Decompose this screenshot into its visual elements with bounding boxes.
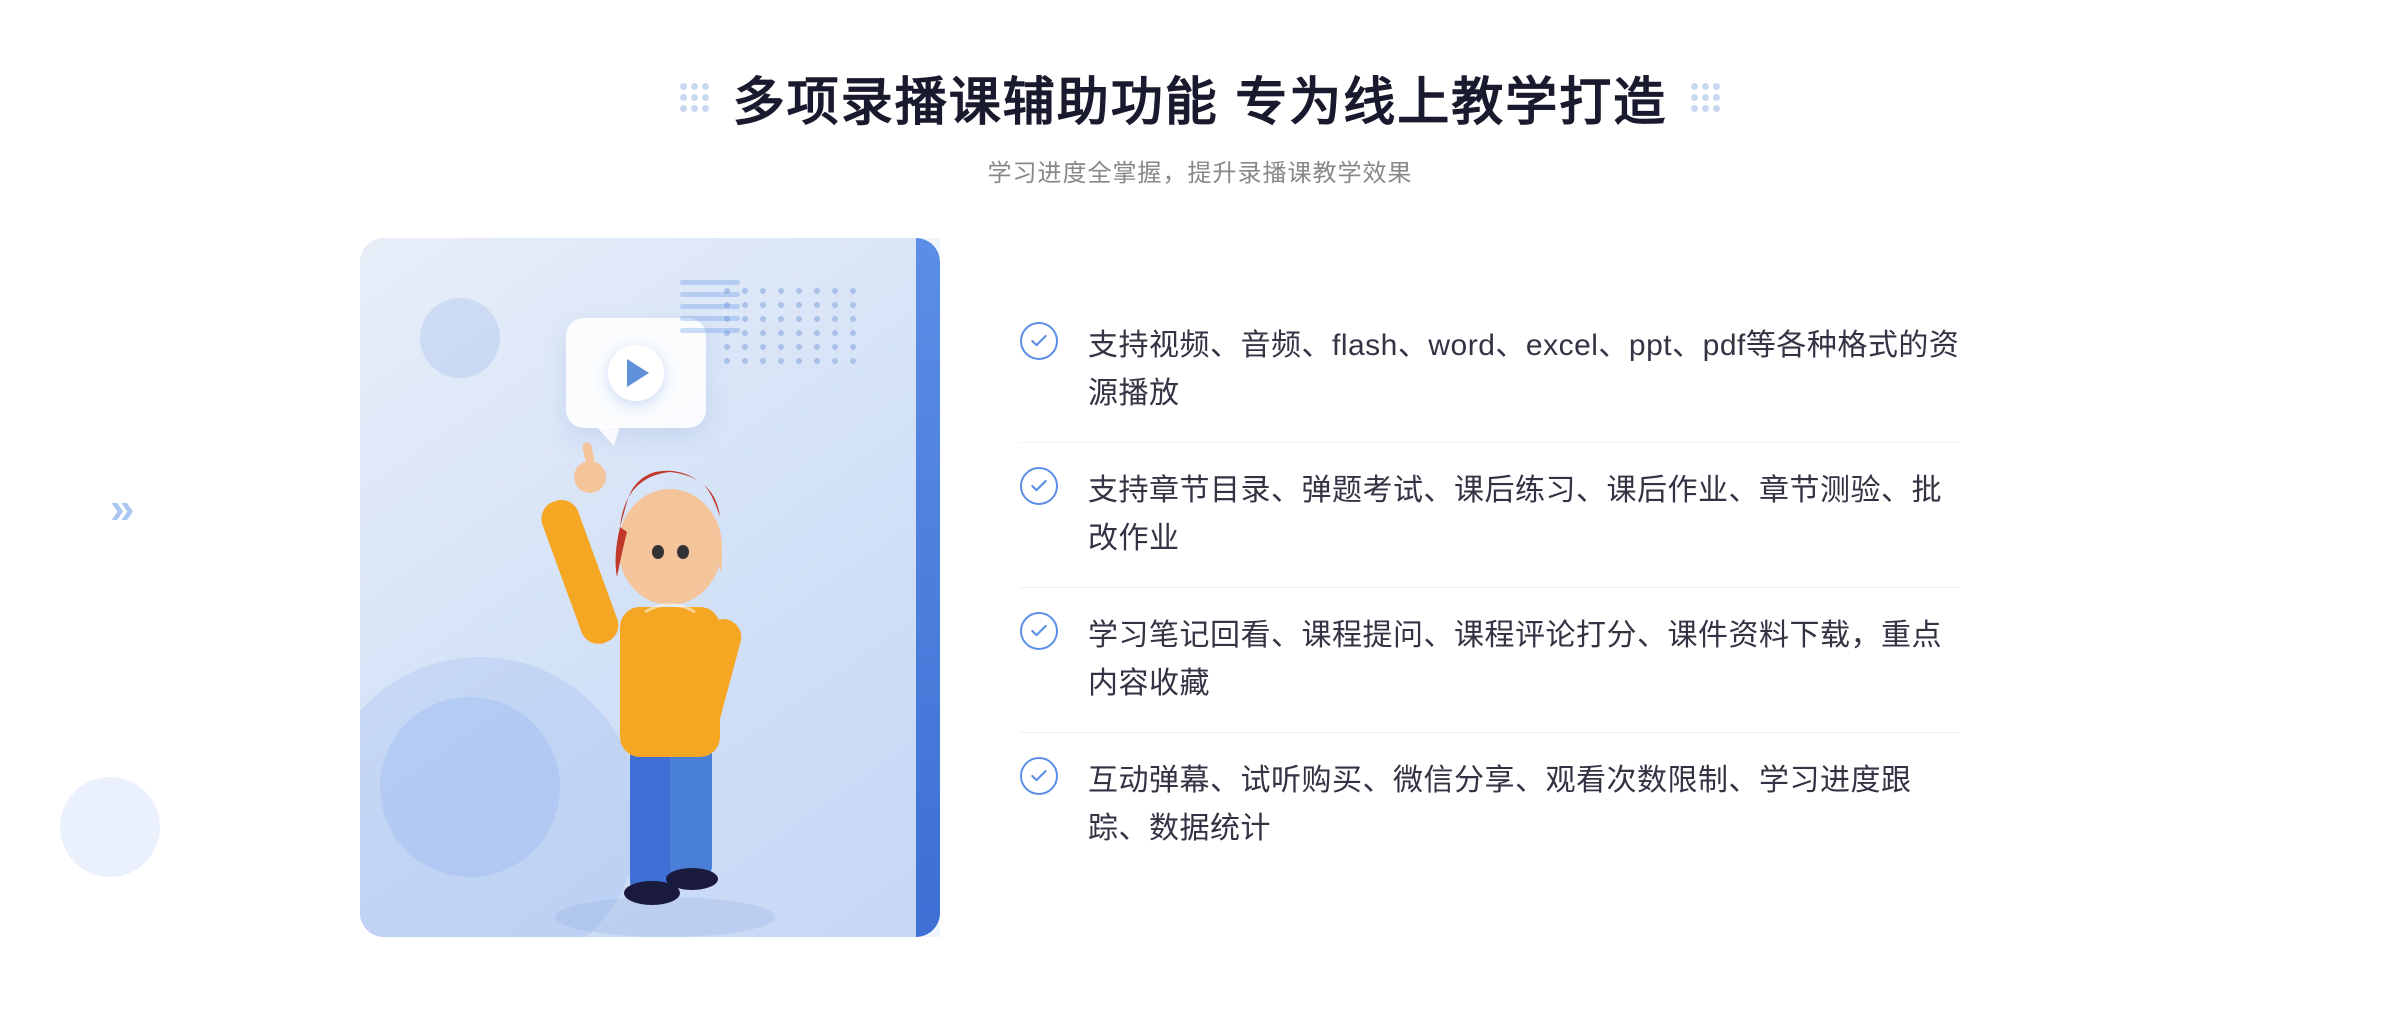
page-circle-decoration bbox=[60, 777, 160, 877]
page-wrapper: » 多项录播课辅助功能 专为线上教学打造 学习进度全掌握，提升录播课教学效果 bbox=[0, 0, 2400, 1017]
right-dot-grid bbox=[1691, 83, 1720, 112]
left-arrow-decoration: » bbox=[110, 484, 134, 534]
features-area: 支持视频、音频、flash、word、excel、ppt、pdf等各种格式的资源… bbox=[940, 238, 2040, 937]
main-title: 多项录播课辅助功能 专为线上教学打造 bbox=[733, 60, 1667, 135]
check-icon-2 bbox=[1020, 467, 1058, 505]
header-section: 多项录播课辅助功能 专为线上教学打造 学习进度全掌握，提升录播课教学效果 bbox=[680, 60, 1720, 188]
subtitle: 学习进度全掌握，提升录播课教学效果 bbox=[987, 153, 1412, 188]
title-row: 多项录播课辅助功能 专为线上教学打造 bbox=[680, 60, 1720, 135]
play-icon bbox=[608, 345, 664, 401]
illustration-area bbox=[360, 238, 940, 937]
person-illustration bbox=[515, 417, 815, 937]
feature-item-3: 学习笔记回看、课程提问、课程评论打分、课件资料下载，重点内容收藏 bbox=[1020, 588, 1960, 733]
feature-item-2: 支持章节目录、弹题考试、课后练习、课后作业、章节测验、批改作业 bbox=[1020, 443, 1960, 588]
feature-item-4: 互动弹幕、试听购买、微信分享、观看次数限制、学习进度跟踪、数据统计 bbox=[1020, 733, 1960, 877]
check-icon-4 bbox=[1020, 757, 1058, 795]
feature-text-2: 支持章节目录、弹题考试、课后练习、课后作业、章节测验、批改作业 bbox=[1088, 467, 1960, 563]
play-triangle bbox=[627, 359, 649, 387]
content-area: 支持视频、音频、flash、word、excel、ppt、pdf等各种格式的资源… bbox=[360, 238, 2040, 937]
left-dot-grid bbox=[680, 83, 709, 112]
feature-text-4: 互动弹幕、试听购买、微信分享、观看次数限制、学习进度跟踪、数据统计 bbox=[1088, 757, 1960, 853]
circle-small bbox=[420, 298, 500, 378]
blue-accent-bar bbox=[916, 238, 940, 937]
feature-text-3: 学习笔记回看、课程提问、课程评论打分、课件资料下载，重点内容收藏 bbox=[1088, 612, 1960, 708]
feature-text-1: 支持视频、音频、flash、word、excel、ppt、pdf等各种格式的资源… bbox=[1088, 322, 1960, 418]
feature-item-1: 支持视频、音频、flash、word、excel、ppt、pdf等各种格式的资源… bbox=[1020, 298, 1960, 443]
check-icon-1 bbox=[1020, 322, 1058, 360]
check-icon-3 bbox=[1020, 612, 1058, 650]
stripes-decoration bbox=[680, 280, 750, 370]
